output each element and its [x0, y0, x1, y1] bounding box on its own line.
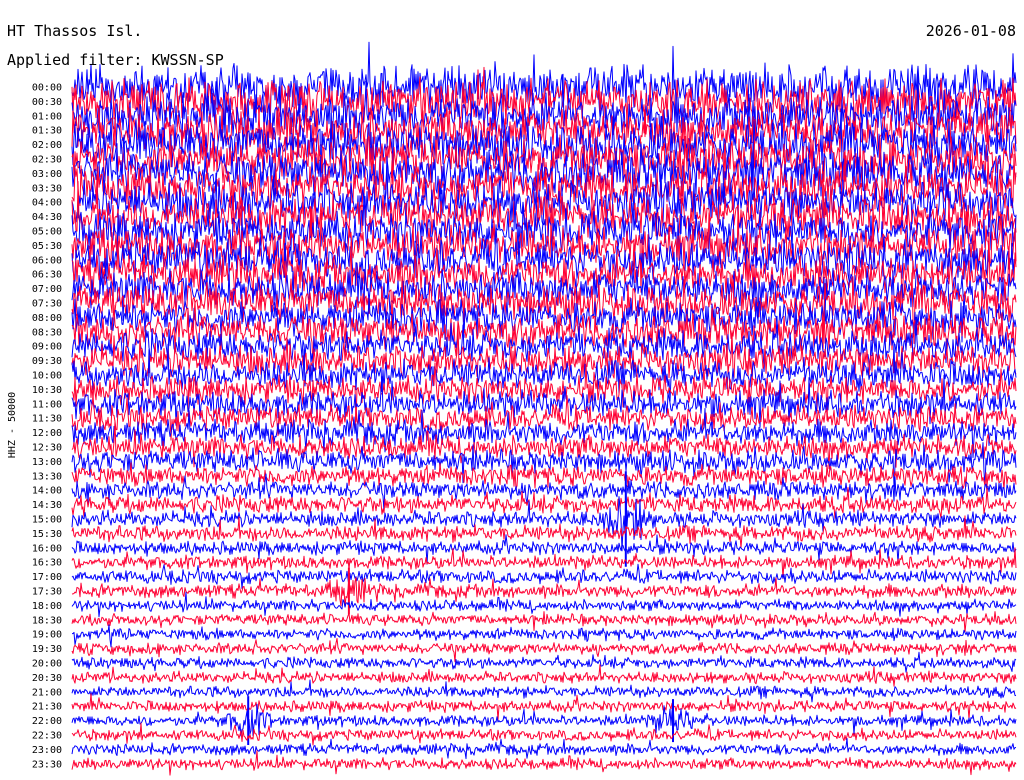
- time-tick-label: 03:30: [32, 183, 62, 194]
- time-tick-label: 20:00: [32, 659, 62, 670]
- time-tick-label: 04:30: [32, 212, 62, 223]
- station-title: HT Thassos Isl.: [7, 22, 142, 40]
- time-tick-label: 13:30: [32, 471, 62, 482]
- time-tick-label: 08:30: [32, 327, 62, 338]
- time-tick-label: 01:00: [32, 111, 62, 122]
- time-tick-label: 09:30: [32, 356, 62, 367]
- time-tick-label: 21:00: [32, 687, 62, 698]
- time-tick-label: 19:00: [32, 630, 62, 641]
- time-tick-label: 15:30: [32, 529, 62, 540]
- time-tick-label: 11:30: [32, 414, 62, 425]
- time-tick-label: 14:30: [32, 500, 62, 511]
- time-tick-label: 09:00: [32, 342, 62, 353]
- time-tick-label: 00:30: [32, 97, 62, 108]
- time-tick-label: 18:30: [32, 615, 62, 626]
- time-tick-label: 10:00: [32, 371, 62, 382]
- time-tick-label: 19:30: [32, 644, 62, 655]
- time-tick-label: 21:30: [32, 702, 62, 713]
- seismogram-plot: 00:00 00:30 01:00 01:30 02:00 02:30 03:00 03:30…: [0, 0, 1024, 780]
- time-tick-label: 01:30: [32, 126, 62, 137]
- time-tick-label: 08:00: [32, 313, 62, 324]
- time-tick-label: 12:00: [32, 428, 62, 439]
- time-tick-label: 17:30: [32, 587, 62, 598]
- time-tick-label: 16:30: [32, 558, 62, 569]
- time-tick-label: 22:30: [32, 731, 62, 742]
- time-tick-label: 14:00: [32, 486, 62, 497]
- time-tick-label: 02:30: [32, 155, 62, 166]
- time-tick-label: 22:00: [32, 716, 62, 727]
- time-tick-label: 05:00: [32, 227, 62, 238]
- time-tick-label: 05:30: [32, 241, 62, 252]
- time-tick-label: 12:30: [32, 443, 62, 454]
- time-tick-label: 15:00: [32, 515, 62, 526]
- time-tick-label: 20:30: [32, 673, 62, 684]
- time-tick-label: 04:00: [32, 198, 62, 209]
- time-tick-label: 16:00: [32, 543, 62, 554]
- date-label: 2026-01-08: [926, 22, 1016, 40]
- y-axis-label: HHZ - 50000: [7, 392, 18, 458]
- time-tick-label: 07:00: [32, 284, 62, 295]
- time-tick-label: 17:00: [32, 572, 62, 583]
- time-tick-label: 07:30: [32, 299, 62, 310]
- time-tick-label: 00:00: [32, 83, 62, 94]
- time-tick-label: 23:00: [32, 745, 62, 756]
- time-tick-label: 23:30: [32, 759, 62, 770]
- time-tick-label: 11:00: [32, 399, 62, 410]
- filter-label: Applied filter: KWSSN-SP: [7, 51, 224, 69]
- time-tick-label: 02:00: [32, 140, 62, 151]
- time-tick-label: 03:00: [32, 169, 62, 180]
- time-tick-label: 13:00: [32, 457, 62, 468]
- time-tick-label: 06:30: [32, 270, 62, 281]
- time-tick-label: 18:00: [32, 601, 62, 612]
- time-tick-label: 06:00: [32, 255, 62, 266]
- time-tick-label: 10:30: [32, 385, 62, 396]
